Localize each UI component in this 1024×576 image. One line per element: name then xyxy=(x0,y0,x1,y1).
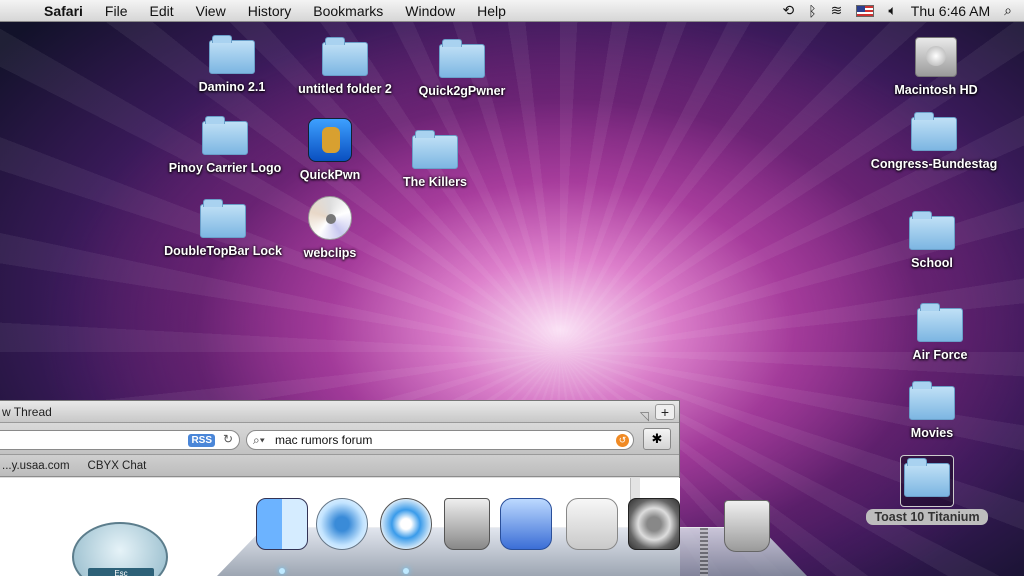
bookmark-item[interactable]: ...y.usaa.com xyxy=(2,455,70,476)
desktop-icon-label: Movies xyxy=(910,426,954,440)
running-indicator xyxy=(403,568,409,574)
search-field[interactable]: ⌕▾ mac rumors forum ↺ xyxy=(246,430,634,450)
desktop-icon-damino[interactable]: Damino 2.1 xyxy=(167,35,297,94)
desktop-icon-the-killers[interactable]: The Killers xyxy=(370,130,500,189)
search-input[interactable]: mac rumors forum xyxy=(275,433,372,447)
menu-file[interactable]: File xyxy=(94,3,139,19)
desktop-icon-label: School xyxy=(911,256,953,270)
wifi-icon[interactable]: ≋ xyxy=(831,2,843,19)
desktop-icon-untitled-folder-2[interactable]: untitled folder 2 xyxy=(280,37,410,96)
folder-icon xyxy=(917,303,963,342)
window-titlebar[interactable]: w Thread ◹ + xyxy=(0,401,679,423)
bug-report-button[interactable]: ✱ xyxy=(643,428,671,450)
folder-icon xyxy=(439,39,485,78)
menu-bar: Safari File Edit View History Bookmarks … xyxy=(0,0,1024,22)
menu-view[interactable]: View xyxy=(185,3,237,19)
folder-icon xyxy=(412,130,458,169)
esc-key[interactable]: Esc xyxy=(88,568,154,576)
menu-clock[interactable]: Thu 6:46 AM xyxy=(911,3,990,19)
reload-icon[interactable]: ↻ xyxy=(223,432,233,446)
folder-icon xyxy=(209,35,255,74)
desktop-icon-label: Congress-Bundestag xyxy=(870,157,998,171)
running-indicator xyxy=(279,568,285,574)
volume-icon[interactable]: 🔈︎ xyxy=(888,2,896,19)
desktop-icon-label: Quick2gPwner xyxy=(418,84,506,98)
menu-history[interactable]: History xyxy=(237,3,303,19)
new-tab-button[interactable]: + xyxy=(655,404,675,420)
menu-app-name[interactable]: Safari xyxy=(40,3,94,19)
desktop-icon-school[interactable]: School xyxy=(867,211,997,270)
menu-window[interactable]: Window xyxy=(394,3,466,19)
word-icon[interactable] xyxy=(500,498,552,550)
spotlight-icon[interactable]: ⌕ xyxy=(1004,2,1012,19)
desktop-icon-label: Macintosh HD xyxy=(894,83,978,97)
desktop-icon-congress-bundestag[interactable]: Congress-Bundestag xyxy=(869,112,999,171)
bin-icon[interactable] xyxy=(444,498,490,550)
desktop-icon-toast-10-titanium[interactable]: Toast 10 Titanium xyxy=(862,458,992,525)
folder-icon xyxy=(200,199,246,238)
desktop-icon-label-wrap: Toast 10 Titanium xyxy=(862,509,992,525)
search-icon[interactable]: ⌕▾ xyxy=(253,431,265,449)
bluetooth-icon[interactable]: ᛒ xyxy=(808,3,816,19)
desktop-icon-label: Toast 10 Titanium xyxy=(866,509,988,525)
system-preferences-icon[interactable] xyxy=(628,498,680,550)
menu-extras: ⟲ ᛒ ≋ 🔈︎ Thu 6:46 AM ⌕ xyxy=(782,2,1024,19)
menu-bookmarks[interactable]: Bookmarks xyxy=(302,3,394,19)
rss-button[interactable]: RSS xyxy=(188,434,215,447)
folder-icon xyxy=(911,112,957,151)
safari-icon[interactable] xyxy=(380,498,432,550)
desktop-icon-label: Damino 2.1 xyxy=(198,80,266,94)
bookmark-item[interactable]: CBYX Chat xyxy=(88,455,147,476)
folder-icon xyxy=(202,116,248,155)
hard-drive-icon xyxy=(915,37,957,77)
desktop-icon-label: The Killers xyxy=(403,175,467,189)
desktop-icon-movies[interactable]: Movies xyxy=(867,381,997,440)
browser-toolbar: RSS ↻ ⌕▾ mac rumors forum ↺ ✱ xyxy=(0,423,679,455)
desktop-icon-label: untitled folder 2 xyxy=(298,82,392,96)
desktop-icon-air-force[interactable]: Air Force xyxy=(875,303,1005,362)
itunes-icon[interactable] xyxy=(316,498,368,550)
desktop-icon-label: Air Force xyxy=(912,348,968,362)
desktop-icon-macintosh-hd[interactable]: Macintosh HD xyxy=(871,37,1001,97)
address-bar[interactable]: RSS ↻ xyxy=(0,430,240,450)
finder-icon[interactable] xyxy=(256,498,308,550)
clear-search-icon[interactable]: ↺ xyxy=(616,434,629,447)
dock-separator[interactable] xyxy=(700,528,708,576)
toast-icon[interactable] xyxy=(566,498,618,550)
folder-icon xyxy=(322,37,368,76)
trash-icon[interactable] xyxy=(724,500,770,552)
cd-disc-icon xyxy=(308,196,352,240)
folder-icon xyxy=(904,458,950,497)
window-title: w Thread xyxy=(2,405,52,419)
folder-icon xyxy=(909,211,955,250)
quickpwn-app-icon xyxy=(308,118,352,162)
input-source-flag-icon[interactable] xyxy=(856,4,875,17)
desktop-icon-webclips[interactable]: webclips xyxy=(265,196,395,260)
desktop-icon-label: webclips xyxy=(303,246,357,260)
menu-help[interactable]: Help xyxy=(466,3,517,19)
bookmarks-bar: ...y.usaa.com CBYX Chat xyxy=(0,455,679,477)
desktop-icon-quick2gpwner[interactable]: Quick2gPwner xyxy=(397,39,527,98)
menu-edit[interactable]: Edit xyxy=(138,3,184,19)
time-machine-icon[interactable]: ⟲ xyxy=(782,2,794,19)
folder-icon xyxy=(909,381,955,420)
